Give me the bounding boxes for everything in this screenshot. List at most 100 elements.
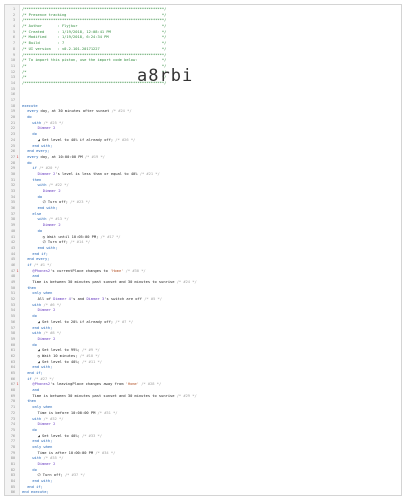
code-token: /* #6 */ — [41, 302, 62, 307]
code-token: ◢ Set level to 40% if already off; — [37, 137, 114, 142]
code-token: end every; — [27, 149, 50, 154]
code-token: /* #13 */ — [46, 217, 69, 222]
code-token: and — [32, 274, 40, 279]
code-token: day, at 10:00:00 PM — [40, 154, 83, 159]
code-token: /* To import this piston, use the import… — [22, 58, 167, 63]
code-token: Dimmer 2 — [37, 308, 56, 313]
code-token: ⏻ Turn off; — [42, 200, 68, 205]
code-token: /***************************************… — [22, 52, 167, 57]
code-token: ⏻ Turn off; — [37, 473, 63, 478]
code-token: ◷ Wait 10 minutes; — [37, 353, 78, 358]
code-token: Dimmer 3 — [86, 297, 105, 302]
code-token: /* #29 */ — [174, 393, 197, 398]
code-token: /* #10 */ — [77, 353, 100, 358]
code-token: /* #23 */ — [67, 200, 91, 205]
code-token: /* #25 */ — [41, 120, 64, 125]
code-token: ◢ Set level to 40%; — [37, 359, 80, 364]
code-token: with — [32, 456, 42, 461]
code-token: Dimmer 2 — [42, 189, 61, 193]
code-token: /* #24 */ — [174, 280, 197, 284]
code-token: do — [32, 467, 37, 472]
code-token: Time is between 30 minutes past sunset a… — [32, 393, 175, 398]
code-token: /* Created : 1/19/2018, 12:08:41 PM */ — [22, 29, 167, 34]
code-token: Dimmer 2 — [42, 223, 61, 228]
code-token: Time is between 30 minutes past sunset a… — [32, 280, 175, 284]
code-token: ◢ Set level to 40%; — [37, 433, 80, 438]
code-token: do — [27, 115, 32, 120]
code-token: /* #21 */ — [137, 171, 160, 176]
code-token: do — [27, 160, 32, 165]
code-token: ◷ Wait until 10:05:00 PM; — [42, 234, 99, 239]
code-token: /* #8 */ — [41, 331, 62, 336]
code-token: end with; — [32, 439, 53, 444]
code-line: 86 end execute; — [5, 490, 401, 495]
code-token: do — [32, 427, 37, 432]
code-token: /* Author : Flyjkur */ — [22, 24, 167, 29]
code-token: only when — [32, 444, 53, 449]
code-token: /***************************************… — [22, 18, 167, 23]
code-token: end execute; — [22, 490, 49, 495]
code-token: /* #31 */ — [95, 410, 118, 415]
code-token: every — [27, 154, 41, 159]
code-token: /* #19 */ — [82, 154, 105, 159]
code-token: /* #37 */ — [62, 473, 85, 478]
code-token: /* #35 */ — [41, 456, 64, 461]
code-token: end every; — [27, 257, 50, 262]
code-token: execute — [22, 103, 38, 108]
code-token: only when — [32, 405, 53, 410]
code-token: /* #28 */ — [138, 382, 162, 387]
code-token: else — [32, 211, 42, 216]
code-token: do — [32, 342, 37, 347]
code-token: 's switch are off — [104, 297, 142, 302]
code-token: end if; — [27, 484, 43, 489]
code-token: @Phones2 — [32, 382, 51, 387]
code-token: 's and — [70, 297, 87, 302]
code-token: /* #24 */ — [109, 109, 132, 114]
code-token: only when — [32, 291, 53, 296]
code-token: Time is before 10:00:00 PM — [37, 410, 96, 415]
code-token: /* UI version : v0.2.101.20171227 */ — [22, 46, 167, 51]
code-token: 's currentPlace changes to — [50, 268, 111, 273]
code-token: end with; — [32, 325, 53, 330]
code-token: Dimmer 4 — [53, 297, 71, 302]
code-token: Dimmer 2 — [37, 422, 56, 427]
code-token: 's level is less than or equal to 40% — [55, 171, 138, 176]
code-token: @Phones2 — [32, 268, 51, 273]
code-token: do — [32, 132, 37, 137]
code-token: and — [32, 388, 40, 393]
code-token: /* #17 */ — [98, 234, 121, 239]
code-token: end if; — [32, 251, 48, 256]
code-token: with — [32, 120, 42, 125]
code-token: /* #11 */ — [79, 359, 102, 364]
code-token: /* #27 */ — [31, 376, 54, 381]
code-token: /* #1 */ — [31, 262, 52, 267]
code-token: then — [27, 285, 37, 290]
code-token: /* #20 */ — [36, 166, 60, 171]
code-token: /***************************************… — [22, 7, 167, 11]
code-token: /* Presence tracking */ — [22, 12, 167, 17]
code-token: /* #5 */ — [141, 297, 162, 302]
code-token: end with; — [32, 143, 53, 148]
code-token: /* #22 */ — [46, 183, 69, 188]
code-token: with — [32, 331, 42, 336]
code-token: with — [32, 416, 42, 421]
code-token: /* #32 */ — [41, 416, 64, 421]
line-number: 86 — [10, 490, 15, 495]
code-token: every — [27, 109, 41, 114]
code-token: do — [37, 228, 43, 233]
code-token: ◢ Set level to 20% if already off; — [37, 319, 114, 324]
code-token: Time is after 10:00:00 PM — [37, 450, 94, 455]
code-token: with — [32, 302, 42, 307]
code-token: /* #26 */ — [113, 137, 136, 142]
code-token: Dimmer 2 — [37, 462, 56, 466]
code-token: All of — [37, 297, 54, 302]
code-token: do — [32, 314, 37, 319]
code-token: Dimmer 2 — [37, 126, 56, 131]
code-token: /* #33 */ — [79, 433, 102, 438]
code-lines: 1/**************************************… — [5, 7, 401, 495]
code-token: Dimmer 2 — [37, 336, 56, 341]
code-token: end with; — [32, 365, 53, 370]
code-token: day, at 30 minutes after sunset — [40, 109, 110, 114]
code-token: end with; — [37, 245, 58, 250]
code-token: end if; — [27, 371, 43, 375]
